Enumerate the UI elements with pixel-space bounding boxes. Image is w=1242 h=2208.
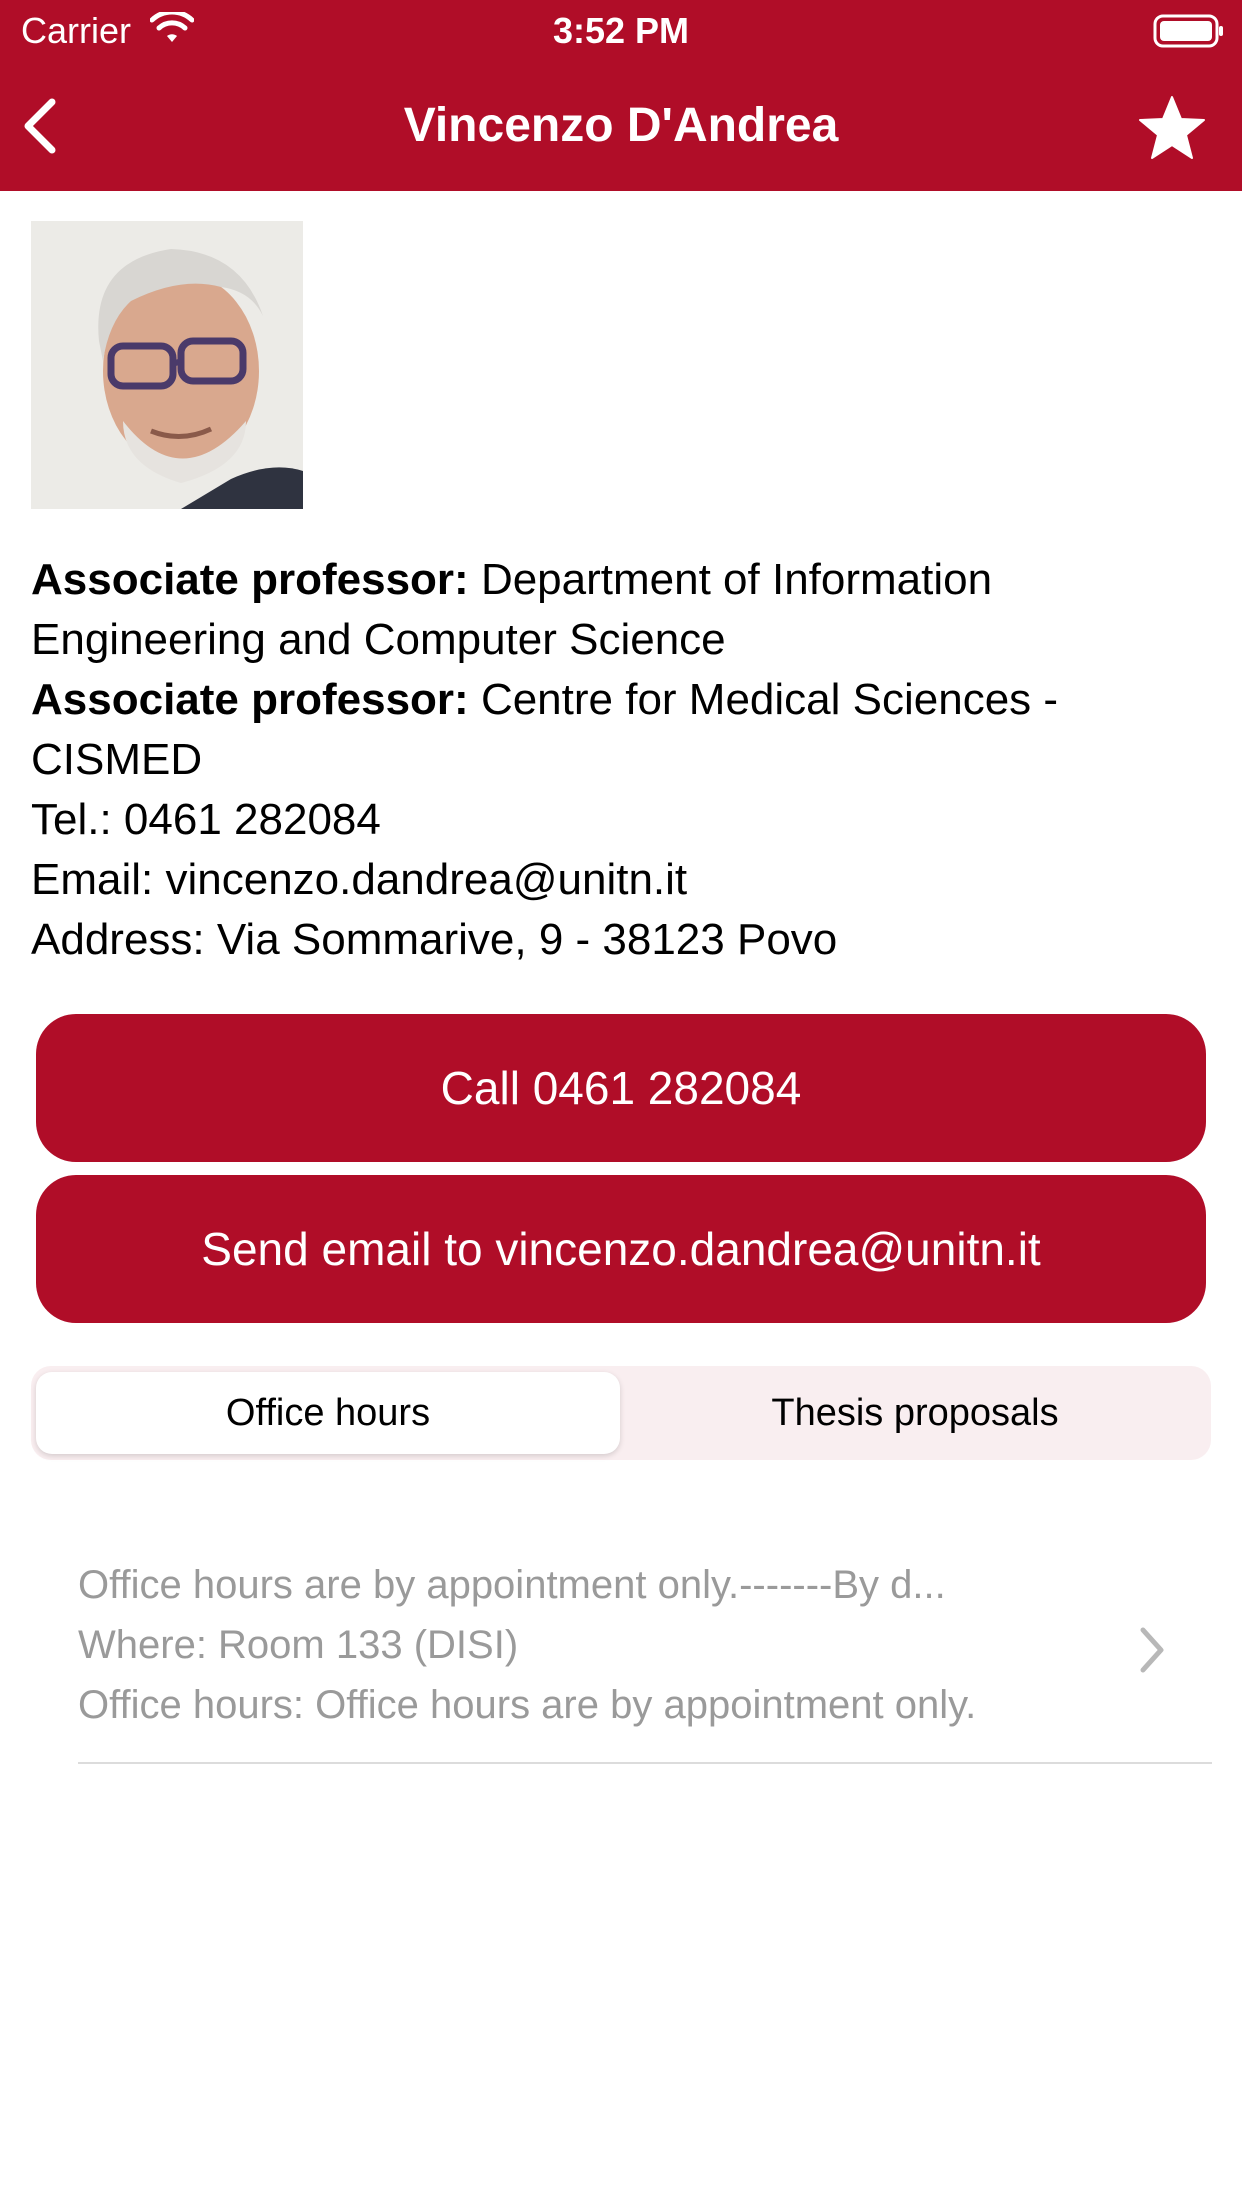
role-label: Associate professor: (31, 675, 469, 724)
chevron-right-icon (1140, 1627, 1164, 1673)
role-line: Associate professor: Department of Infor… (31, 550, 1211, 670)
office-hours-text: Office hours: Office hours are by appoin… (78, 1683, 977, 1727)
profile-photo-image (31, 221, 303, 509)
role-line: Associate professor: Centre for Medical … (31, 670, 1211, 790)
battery-icon (1153, 14, 1223, 48)
send-email-button[interactable]: Send email to vincenzo.dandrea@unitn.it (36, 1175, 1206, 1323)
profile-photo (31, 221, 303, 509)
row-divider (78, 1762, 1212, 1764)
email-text: Email: vincenzo.dandrea@unitn.it (31, 855, 688, 904)
tab-office-hours[interactable]: Office hours (36, 1372, 620, 1454)
tab-thesis-proposals[interactable]: Thesis proposals (623, 1372, 1207, 1454)
page-title: Vincenzo D'Andrea (403, 99, 839, 152)
star-icon[interactable] (1137, 94, 1207, 162)
contact-info: Associate professor: Department of Infor… (31, 550, 1211, 970)
status-time: 3:52 PM (552, 10, 690, 51)
address-text: Address: Via Sommarive, 9 - 38123 Povo (31, 915, 838, 964)
section-segmented-control: Office hours Thesis proposals (31, 1366, 1211, 1460)
office-hours-row[interactable]: Office hours are by appointment only.---… (0, 1535, 1242, 1763)
office-hours-summary: Office hours are by appointment only.---… (78, 1563, 946, 1607)
office-hours-location: Where: Room 133 (DISI) (78, 1623, 519, 1667)
telephone-text: Tel.: 0461 282084 (31, 795, 381, 844)
call-button[interactable]: Call 0461 282084 (36, 1014, 1206, 1162)
office-hours-details: Office hours are by appointment only.---… (78, 1555, 1098, 1735)
role-label: Associate professor: (31, 555, 469, 604)
navigation-bar: Carrier 3:52 PM Vincenzo D'Andrea (0, 0, 1242, 191)
